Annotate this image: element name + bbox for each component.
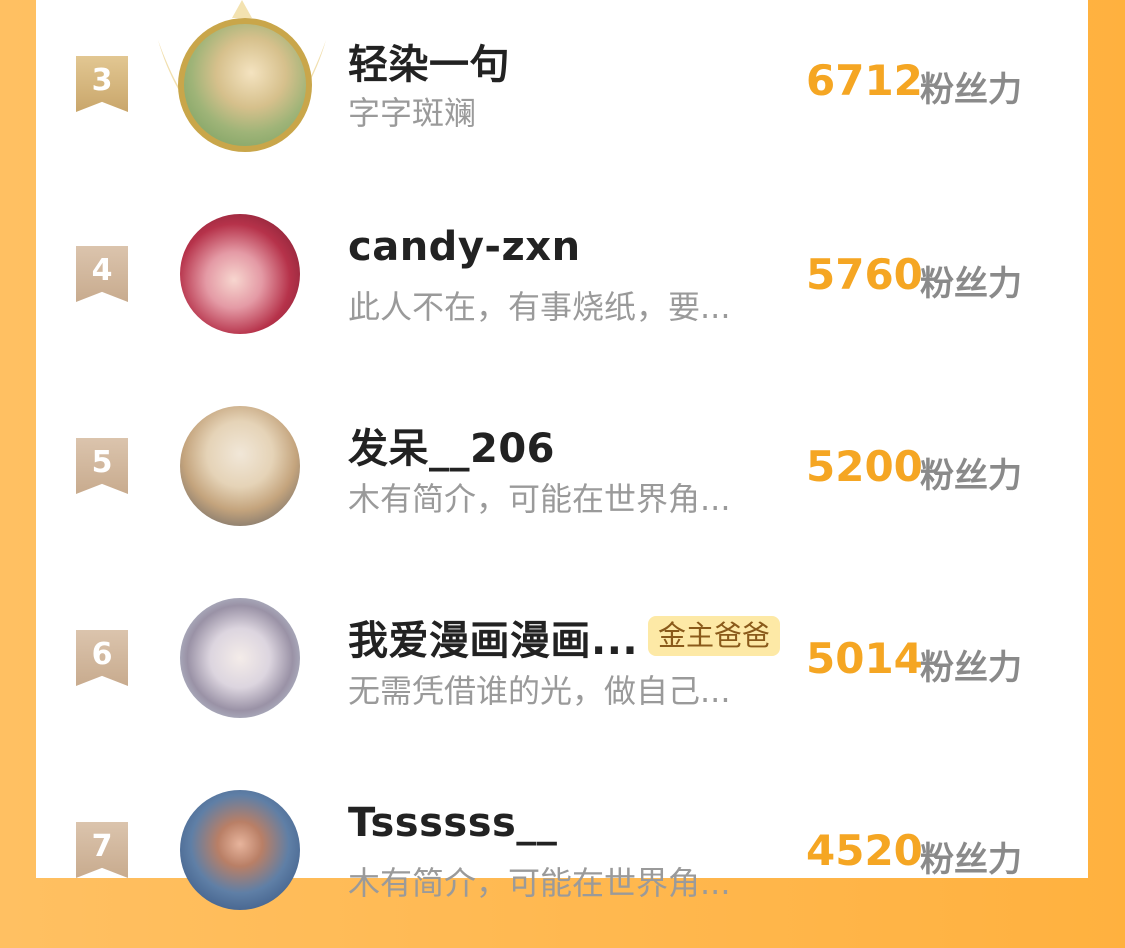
avatar[interactable] xyxy=(184,24,306,146)
fan-power-unit: 粉丝力 xyxy=(920,70,1022,110)
rank-badge: 6 xyxy=(76,630,128,686)
user-name[interactable]: candy-zxn xyxy=(348,224,581,270)
ranking-row[interactable]: 7 Tssssss__ 木有简介，可能在世界角... 4520 粉丝力 xyxy=(36,768,1088,948)
avatar[interactable] xyxy=(180,406,300,526)
user-name[interactable]: Tssssss__ xyxy=(348,800,557,846)
fan-power-unit: 粉丝力 xyxy=(920,456,1022,496)
rank-badge: 7 xyxy=(76,822,128,878)
user-name[interactable]: 发呆__206 xyxy=(348,416,555,474)
ranking-panel: 3 轻染一句 字字斑斓 6712 粉丝力 4 candy-zxn 此人不在，有事… xyxy=(36,0,1088,910)
avatar[interactable] xyxy=(180,598,300,718)
fan-power-score: 4520 xyxy=(806,826,923,875)
avatar[interactable] xyxy=(180,214,300,334)
user-name[interactable]: 我爱漫画漫画... xyxy=(348,608,638,666)
ranking-row[interactable]: 3 轻染一句 字字斑斓 6712 粉丝力 xyxy=(36,0,1088,180)
user-bio: 木有简介，可能在世界角... xyxy=(348,480,731,518)
rank-badge: 4 xyxy=(76,246,128,302)
rank-badge: 3 xyxy=(76,56,128,112)
user-bio: 无需凭借谁的光，做自己... xyxy=(348,672,731,710)
fan-power-score: 5760 xyxy=(806,250,923,299)
user-bio: 此人不在，有事烧纸，要... xyxy=(348,288,731,326)
fan-power-score: 6712 xyxy=(806,56,923,105)
user-name[interactable]: 轻染一句 xyxy=(348,32,510,90)
ranking-row[interactable]: 5 发呆__206 木有简介，可能在世界角... 5200 粉丝力 xyxy=(36,384,1088,564)
fan-power-unit: 粉丝力 xyxy=(920,648,1022,688)
ranking-row[interactable]: 6 我爱漫画漫画... 金主爸爸 无需凭借谁的光，做自己... 5014 粉丝力 xyxy=(36,576,1088,756)
user-bio: 木有简介，可能在世界角... xyxy=(348,864,731,902)
sponsor-badge: 金主爸爸 xyxy=(648,616,781,656)
avatar[interactable] xyxy=(180,790,300,910)
fan-power-unit: 粉丝力 xyxy=(920,840,1022,880)
ranking-row[interactable]: 4 candy-zxn 此人不在，有事烧纸，要... 5760 粉丝力 xyxy=(36,192,1088,372)
fan-power-score: 5200 xyxy=(806,442,923,491)
rank-badge: 5 xyxy=(76,438,128,494)
fan-power-score: 5014 xyxy=(806,634,923,683)
user-bio: 字字斑斓 xyxy=(348,94,477,132)
fan-power-unit: 粉丝力 xyxy=(920,264,1022,304)
